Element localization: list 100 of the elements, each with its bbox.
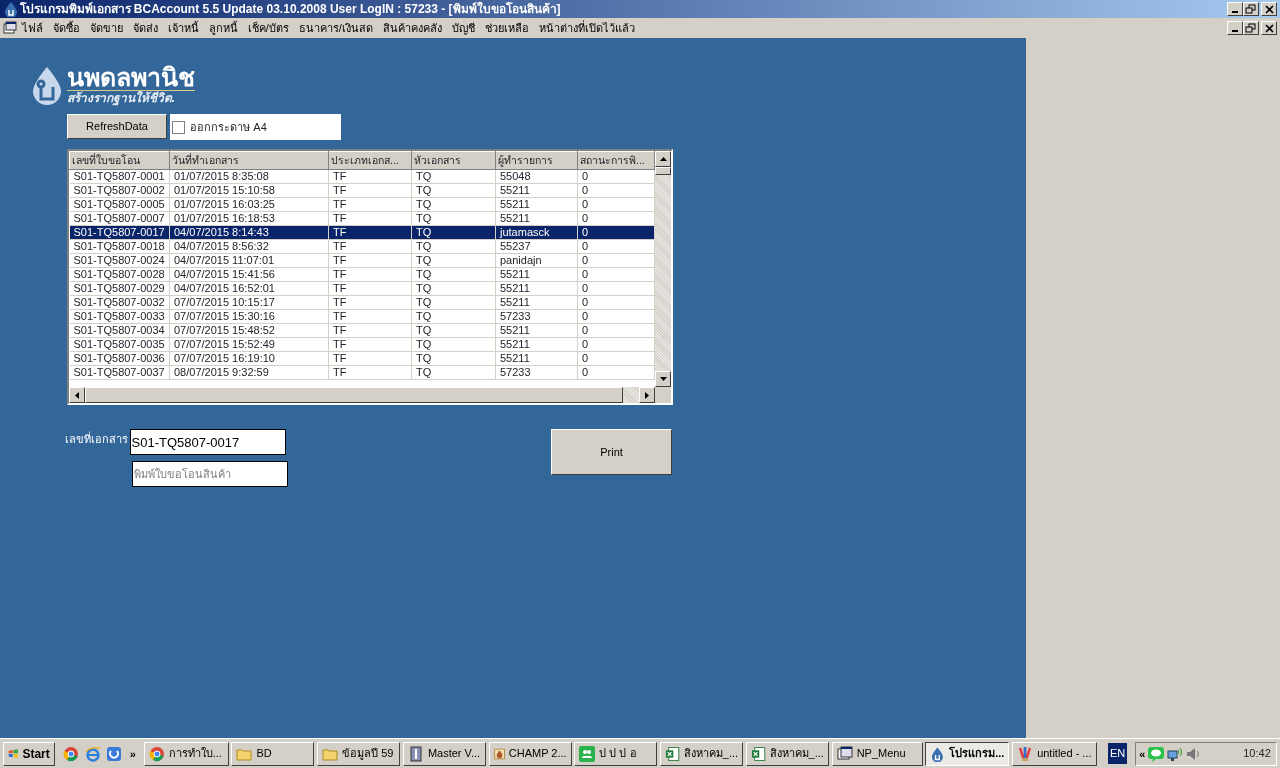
table-cell: 55211 [495,197,578,212]
title-field[interactable]: พิมพ์ใบขอโอนสินค้า [132,460,288,487]
table-cell: 55211 [495,351,578,366]
table-cell: S01-TQ5807-0028 [69,267,170,282]
table-cell: 0 [577,295,655,310]
table-cell: TQ [411,337,496,352]
taskbar-button[interactable]: CHAMP 2... [488,741,572,766]
close-icon [1263,22,1275,34]
table-cell: 0 [577,351,655,366]
document-icon [2,21,17,35]
left-arrow-icon [75,391,79,399]
taskbar-button[interactable]: สิงหาคม_... [745,741,829,766]
table-cell: 0 [577,281,655,296]
taskbar-button[interactable]: untitled - ... [1012,741,1098,766]
document-minimize-button[interactable] [1226,21,1243,35]
menu-item[interactable]: ธนาคาร/เงินสด [293,19,378,37]
table-cell: 07/07/2015 10:15:17 [169,295,329,310]
menu-item[interactable]: จัดส่ง [127,19,163,37]
language-indicator[interactable]: EN [1107,743,1128,764]
show-hidden-icons-button[interactable]: « [1139,744,1146,763]
minimize-icon [1231,11,1238,13]
table-cell: S01-TQ5807-0034 [69,323,170,338]
table-cell: 0 [577,337,655,352]
table-cell: TF [328,365,412,380]
menu-item[interactable]: สินค้าคงคลัง [377,19,447,37]
table-cell: S01-TQ5807-0035 [69,337,170,352]
table-cell: 0 [577,239,655,254]
table-cell: TQ [411,169,496,184]
taskbar-button[interactable]: BD [231,741,315,766]
table-cell: 55211 [495,211,578,226]
taskbar-button[interactable]: สิงหาคม_... [660,741,744,766]
table-cell: S01-TQ5807-0029 [69,281,170,296]
chat-icon [1148,745,1165,762]
column-header[interactable]: ผู้ทำรายการ [495,151,578,170]
taskbar-button[interactable]: ข้อมูลปี 59 [317,741,401,766]
table-cell: TF [328,183,412,198]
column-header[interactable]: เลขที่ใบขอโอน [69,151,170,170]
taskbar-button[interactable]: Master V... [402,741,486,766]
document-number-field[interactable]: S01-TQ5807-0017 [129,429,286,455]
more-button[interactable]: » [124,744,141,763]
browser-icon[interactable] [63,745,79,762]
menu-item[interactable]: เจ้าหนี้ [162,19,204,37]
document-close-button[interactable] [1261,21,1278,35]
browser-icon [148,745,165,762]
flag-icon [7,746,19,761]
down-arrow-icon [659,377,667,381]
print-button[interactable]: Print [551,429,672,475]
menu-item[interactable]: จัดขาย [84,19,128,37]
menu-item[interactable]: ช่วยเหลือ [479,19,534,37]
table-cell: 04/07/2015 16:52:01 [169,281,329,296]
table-cell: 0 [577,169,655,184]
table-cell: 07/07/2015 15:30:16 [169,309,329,324]
table-cell: TF [328,239,412,254]
refresh-button[interactable]: RefreshData [67,114,167,139]
menu-item[interactable]: จัดซื้อ [47,19,85,37]
browser-icon[interactable] [84,745,101,762]
menu-item[interactable]: เช็ค/บัตร [242,19,294,37]
brushes-icon [1017,745,1034,762]
close-icon [1263,3,1275,15]
table-cell: TF [328,309,412,324]
table-cell: 55237 [495,239,578,254]
table-cell: TQ [411,295,496,310]
table-cell: TQ [411,239,496,254]
clock[interactable]: 10:42 [1243,745,1271,762]
vertical-scrollbar[interactable] [655,151,671,387]
speaker-icon [1185,745,1200,762]
start-button[interactable]: Start [2,741,55,766]
table-cell: 04/07/2015 8:56:32 [169,239,329,254]
taskbar-button[interactable]: ป ป ป อ [574,741,658,766]
taskbar-button[interactable]: NP_Menu [831,741,923,766]
menu-item[interactable]: ลูกหนี้ [203,19,243,37]
column-header[interactable]: ประเภทเอกส... [328,151,412,170]
print-option-checkbox[interactable]: ออกกระดาษ A4 [169,114,341,140]
checkbox[interactable] [171,120,185,134]
table-cell: 0 [577,365,655,380]
right-arrow-icon [645,391,649,399]
table-cell: TF [328,281,412,296]
column-header[interactable]: วันที่ทำเอกสาร [169,151,329,170]
menu-item[interactable]: หน้าต่างที่เปิดไว้แล้ว [533,19,640,37]
taskbar-button[interactable]: โปรแกรม... [925,741,1010,766]
table-cell: S01-TQ5807-0005 [69,197,170,212]
table-cell: S01-TQ5807-0037 [69,365,170,380]
logo-slogan: สร้างรากฐานให้ชีวิต. [66,90,195,105]
table-cell: TF [328,351,412,366]
taskbar-button[interactable]: การทำใบ... [143,741,229,766]
table-cell: 55211 [495,295,578,310]
minimize-button[interactable] [1226,2,1243,16]
table-cell: 0 [577,309,655,324]
table-cell: TF [328,295,412,310]
table-cell: TQ [411,197,496,212]
table-cell: 01/07/2015 16:18:53 [169,211,329,226]
column-header[interactable]: หัวเอกสาร [411,151,496,170]
menu-item[interactable]: บัญชี [446,19,480,37]
scroll-thumb[interactable] [655,167,671,175]
column-header[interactable]: สถานะการพิ... [577,151,655,170]
table-cell: 0 [577,211,655,226]
close-button[interactable] [1261,2,1278,16]
spreadsheet-icon [665,745,680,762]
refresh-icon[interactable] [106,745,122,762]
menu-item[interactable]: ไฟล์ [16,19,48,37]
